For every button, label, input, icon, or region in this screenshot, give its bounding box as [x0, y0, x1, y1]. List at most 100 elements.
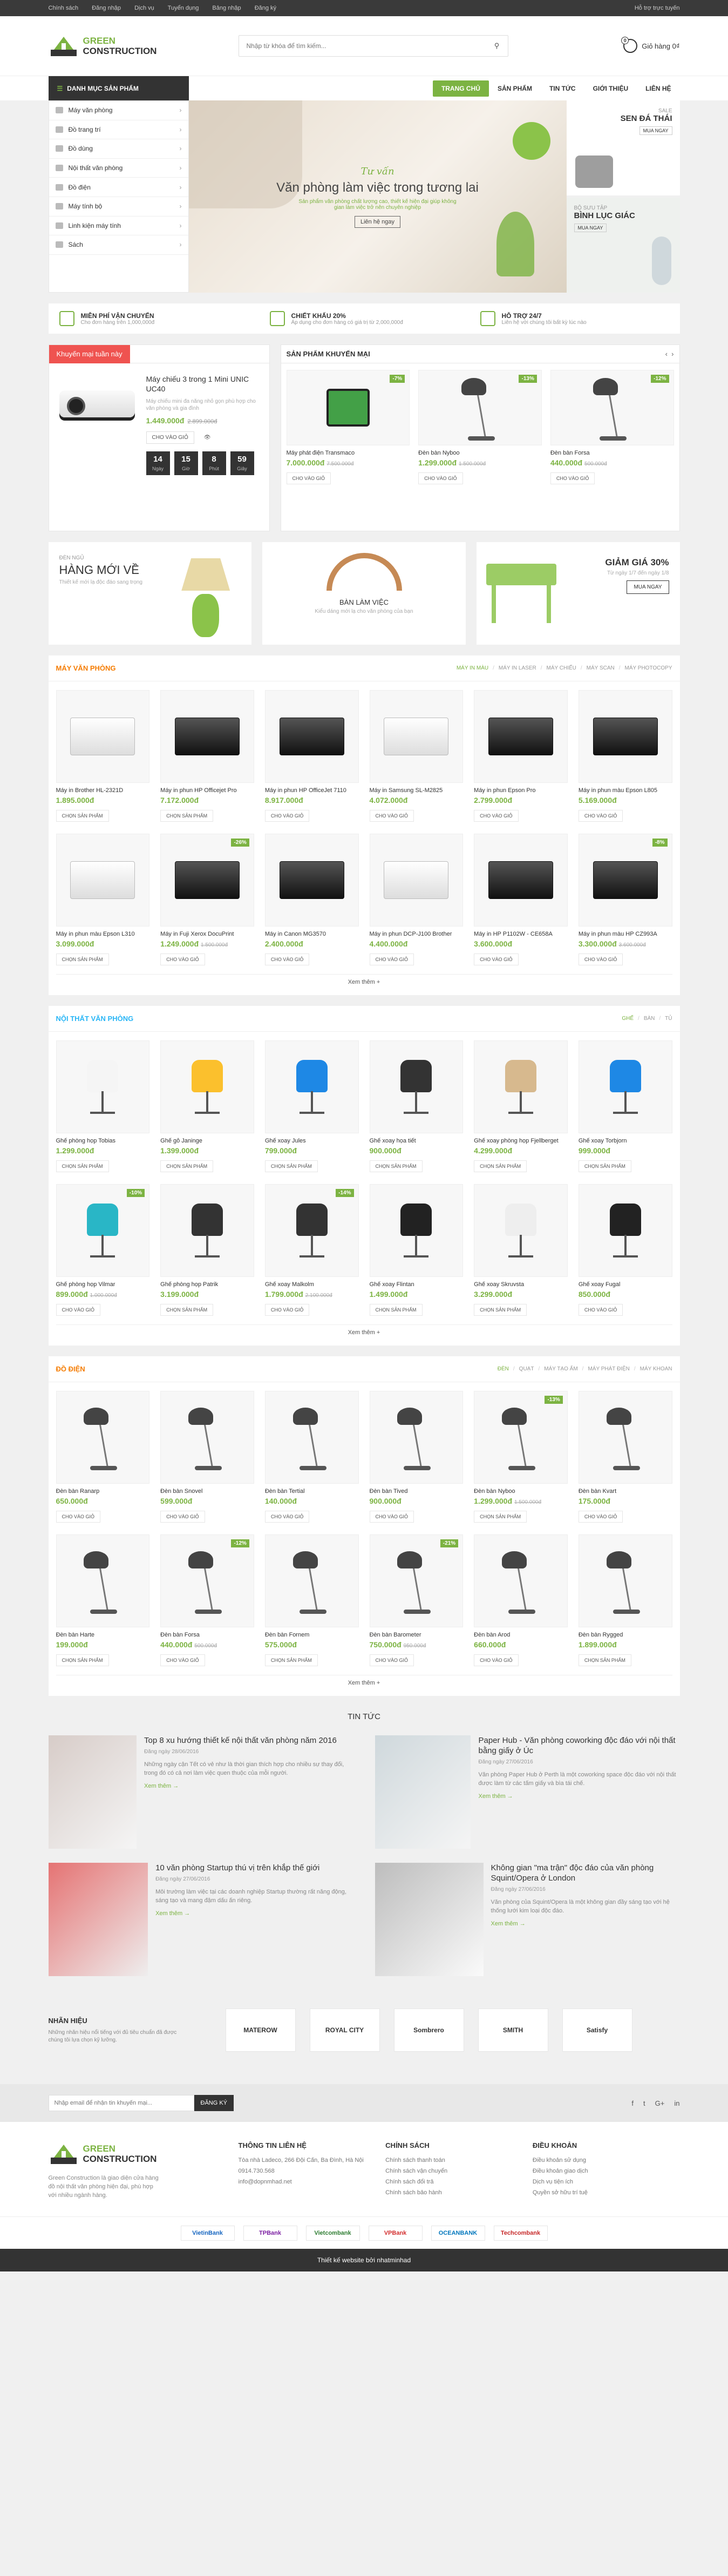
- sidebar-item[interactable]: Linh kiện máy tính ›: [49, 217, 188, 236]
- news-image[interactable]: [48, 1863, 148, 1976]
- brand-logo[interactable]: Satisfy: [562, 2009, 632, 2052]
- menu-contact[interactable]: LIÊN HỆ: [637, 80, 679, 97]
- product-name[interactable]: Đèn bàn Fornem: [265, 1632, 359, 1638]
- view-more-link[interactable]: Xem thêm +: [56, 1675, 672, 1691]
- banner-button[interactable]: MUA NGAY: [574, 224, 607, 232]
- product-image[interactable]: [578, 1391, 672, 1484]
- product-name[interactable]: Máy in Fuji Xerox DocuPrint: [160, 931, 254, 937]
- add-to-cart-button[interactable]: CHO VÀO GIỎ: [578, 1304, 623, 1316]
- product-card[interactable]: Máy in Canon MG3570 2.400.000đ CHO VÀO GIỎ: [264, 834, 359, 965]
- add-to-cart-button[interactable]: CHO VÀO GIỎ: [418, 472, 463, 484]
- select-product-button[interactable]: CHỌN SẢN PHẨM: [578, 1654, 631, 1666]
- tab-0[interactable]: GHẾ: [622, 1016, 634, 1022]
- topbar-link[interactable]: Dịch vụ: [134, 5, 154, 11]
- product-name[interactable]: Ghế phòng họp Tobias: [56, 1138, 150, 1144]
- product-name[interactable]: Ghế xoay Skruvsta: [474, 1281, 568, 1288]
- product-image[interactable]: [160, 1391, 254, 1484]
- news-image[interactable]: [375, 1735, 471, 1849]
- support-link[interactable]: Hỗ trợ trực tuyến: [635, 5, 680, 11]
- brand-logo[interactable]: Sombrero: [393, 2009, 464, 2052]
- product-image[interactable]: [56, 1534, 150, 1627]
- product-name[interactable]: Máy in phun màu Epson L310: [56, 931, 150, 937]
- product-card[interactable]: Máy in phun DCP-J100 Brother 4.400.000đ CH…: [369, 834, 464, 965]
- add-to-cart-button[interactable]: CHO VÀO GIỎ: [264, 1304, 310, 1316]
- side-banner[interactable]: SALE SEN ĐÁ THÁI MUA NGAY: [566, 100, 680, 195]
- facebook-icon[interactable]: f: [631, 2099, 634, 2107]
- product-image[interactable]: [369, 1184, 464, 1277]
- view-more-link[interactable]: Xem thêm +: [56, 1324, 672, 1340]
- product-card[interactable]: Đèn bàn Tived 900.000đ CHO VÀO GIỎ: [369, 1391, 464, 1523]
- product-card[interactable]: Ghế phòng họp Tobias 1.299.000đ CHỌN SẢN P…: [56, 1040, 150, 1172]
- product-card[interactable]: Ghế xoay Fugal 850.000đ CHO VÀO GIỎ: [578, 1184, 672, 1316]
- product-card[interactable]: -13% Đèn bàn Nyboo 1.299.000đ 1.500.000đ CHỌ…: [474, 1391, 568, 1523]
- product-card[interactable]: Ghế xoay phòng họp Fjellberget 4.299.000đ…: [474, 1040, 568, 1172]
- add-to-cart-button[interactable]: CHO VÀO GIỎ: [550, 472, 595, 484]
- product-name[interactable]: Đèn bàn Forsa: [550, 450, 674, 456]
- news-image[interactable]: [375, 1863, 484, 1976]
- menu-home[interactable]: TRANG CHỦ: [432, 80, 489, 97]
- tab-2[interactable]: TỦ: [665, 1016, 672, 1022]
- deal-product-name[interactable]: Máy chiếu 3 trong 1 Mini UNIC UC40: [146, 374, 262, 394]
- select-product-button[interactable]: CHỌN SẢN PHẨM: [474, 1160, 527, 1172]
- product-card[interactable]: Ghế xoay Jules 799.000đ CHỌN SẢN PHẨM: [264, 1040, 359, 1172]
- add-to-cart-button[interactable]: CHO VÀO GIỎ: [160, 1511, 205, 1523]
- brand-logo[interactable]: ROYAL CITY: [309, 2009, 380, 2052]
- tab-0[interactable]: ĐÈN: [498, 1366, 509, 1372]
- topbar-link[interactable]: Tuyển dụng: [168, 5, 199, 11]
- product-name[interactable]: Đèn bàn Tived: [370, 1488, 464, 1495]
- product-image[interactable]: -13%: [474, 1391, 568, 1484]
- product-name[interactable]: Ghế xoay Fugal: [579, 1281, 672, 1288]
- sidebar-item[interactable]: Sách ›: [49, 235, 188, 255]
- product-image[interactable]: [56, 834, 150, 927]
- add-to-cart-button[interactable]: CHO VÀO GIỎ: [264, 954, 310, 965]
- product-image[interactable]: -26%: [160, 834, 254, 927]
- product-name[interactable]: Đèn bàn Tertial: [265, 1488, 359, 1495]
- product-card[interactable]: Ghế xoay Torbjorn 999.000đ CHỌN SẢN PHẨM: [578, 1040, 672, 1172]
- product-image[interactable]: -14%: [264, 1184, 359, 1277]
- product-name[interactable]: Đèn bàn Kvart: [579, 1488, 672, 1495]
- news-item[interactable]: 10 văn phòng Startup thú vị trên khắp th…: [48, 1863, 353, 1976]
- product-image[interactable]: -8%: [578, 834, 672, 927]
- product-name[interactable]: Máy in phun HP OfficeJet 7110: [265, 787, 359, 794]
- product-name[interactable]: Máy in phun màu Epson L805: [579, 787, 672, 794]
- footer-link[interactable]: Điều khoản sử dụng: [533, 2157, 680, 2163]
- product-name[interactable]: Đèn bàn Rygged: [579, 1632, 672, 1638]
- banner-desk[interactable]: BÀN LÀM VIỆC Kiểu dáng mới lạ cho văn ph…: [262, 542, 466, 645]
- add-to-cart-button[interactable]: CHO VÀO GIỎ: [264, 810, 310, 822]
- footer-link[interactable]: Chính sách thanh toán: [385, 2157, 533, 2163]
- product-image[interactable]: [264, 1391, 359, 1484]
- product-card[interactable]: Đèn bàn Harte 199.000đ CHỌN SẢN PHẨM: [56, 1534, 150, 1666]
- menu-about[interactable]: GIỚI THIỆU: [584, 80, 637, 97]
- select-product-button[interactable]: CHỌN SẢN PHẨM: [160, 1304, 214, 1316]
- banner-new-lamps[interactable]: ĐÈN NGỦ HÀNG MỚI VỀ Thiết kế mới lạ độc …: [48, 542, 252, 645]
- product-image[interactable]: [369, 690, 464, 783]
- product-name[interactable]: Đèn bàn Arod: [474, 1632, 568, 1638]
- product-name[interactable]: Máy in Canon MG3570: [265, 931, 359, 937]
- product-card[interactable]: Ghế phòng họp Patrik 3.199.000đ CHỌN SẢN P…: [160, 1184, 254, 1316]
- product-card[interactable]: Đèn bàn Ranarp 650.000đ CHO VÀO GIỎ: [56, 1391, 150, 1523]
- product-card[interactable]: Máy in phun HP Officejet Pro 7.172.000đ CH…: [160, 690, 254, 822]
- product-card[interactable]: Máy in phun HP OfficeJet 7110 8.917.000đ C…: [264, 690, 359, 822]
- product-image[interactable]: -21%: [369, 1534, 464, 1627]
- product-image[interactable]: [56, 1040, 150, 1133]
- add-to-cart-button[interactable]: CHO VÀO GIỎ: [369, 1654, 414, 1666]
- product-name[interactable]: Ghế xoay phòng họp Fjellberget: [474, 1138, 568, 1144]
- product-image[interactable]: [264, 1040, 359, 1133]
- product-image[interactable]: [474, 690, 568, 783]
- product-card[interactable]: -10% Ghế phòng họp Vilmar 899.000đ 1.000.00…: [56, 1184, 150, 1316]
- cart[interactable]: 0 Giỏ hàng 0₫: [621, 37, 680, 53]
- product-image[interactable]: [578, 690, 672, 783]
- add-to-cart-button[interactable]: CHO VÀO GIỎ: [160, 1654, 205, 1666]
- topbar-link[interactable]: Đăng ký: [255, 5, 276, 11]
- product-image[interactable]: [369, 834, 464, 927]
- sidebar-item[interactable]: Đồ điện ›: [49, 178, 188, 197]
- product-name[interactable]: Đèn bàn Ranarp: [56, 1488, 150, 1495]
- add-to-cart-button[interactable]: CHO VÀO GIỎ: [369, 954, 414, 965]
- add-to-cart-button[interactable]: CHO VÀO GIỎ: [369, 810, 414, 822]
- select-product-button[interactable]: CHỌN SẢN PHẨM: [56, 810, 109, 822]
- product-image[interactable]: -12%: [160, 1534, 254, 1627]
- topbar-link[interactable]: Đăng nhập: [92, 5, 121, 11]
- product-image[interactable]: -7%: [286, 370, 410, 445]
- product-image[interactable]: [160, 1040, 254, 1133]
- menu-news[interactable]: TIN TỨC: [541, 80, 584, 97]
